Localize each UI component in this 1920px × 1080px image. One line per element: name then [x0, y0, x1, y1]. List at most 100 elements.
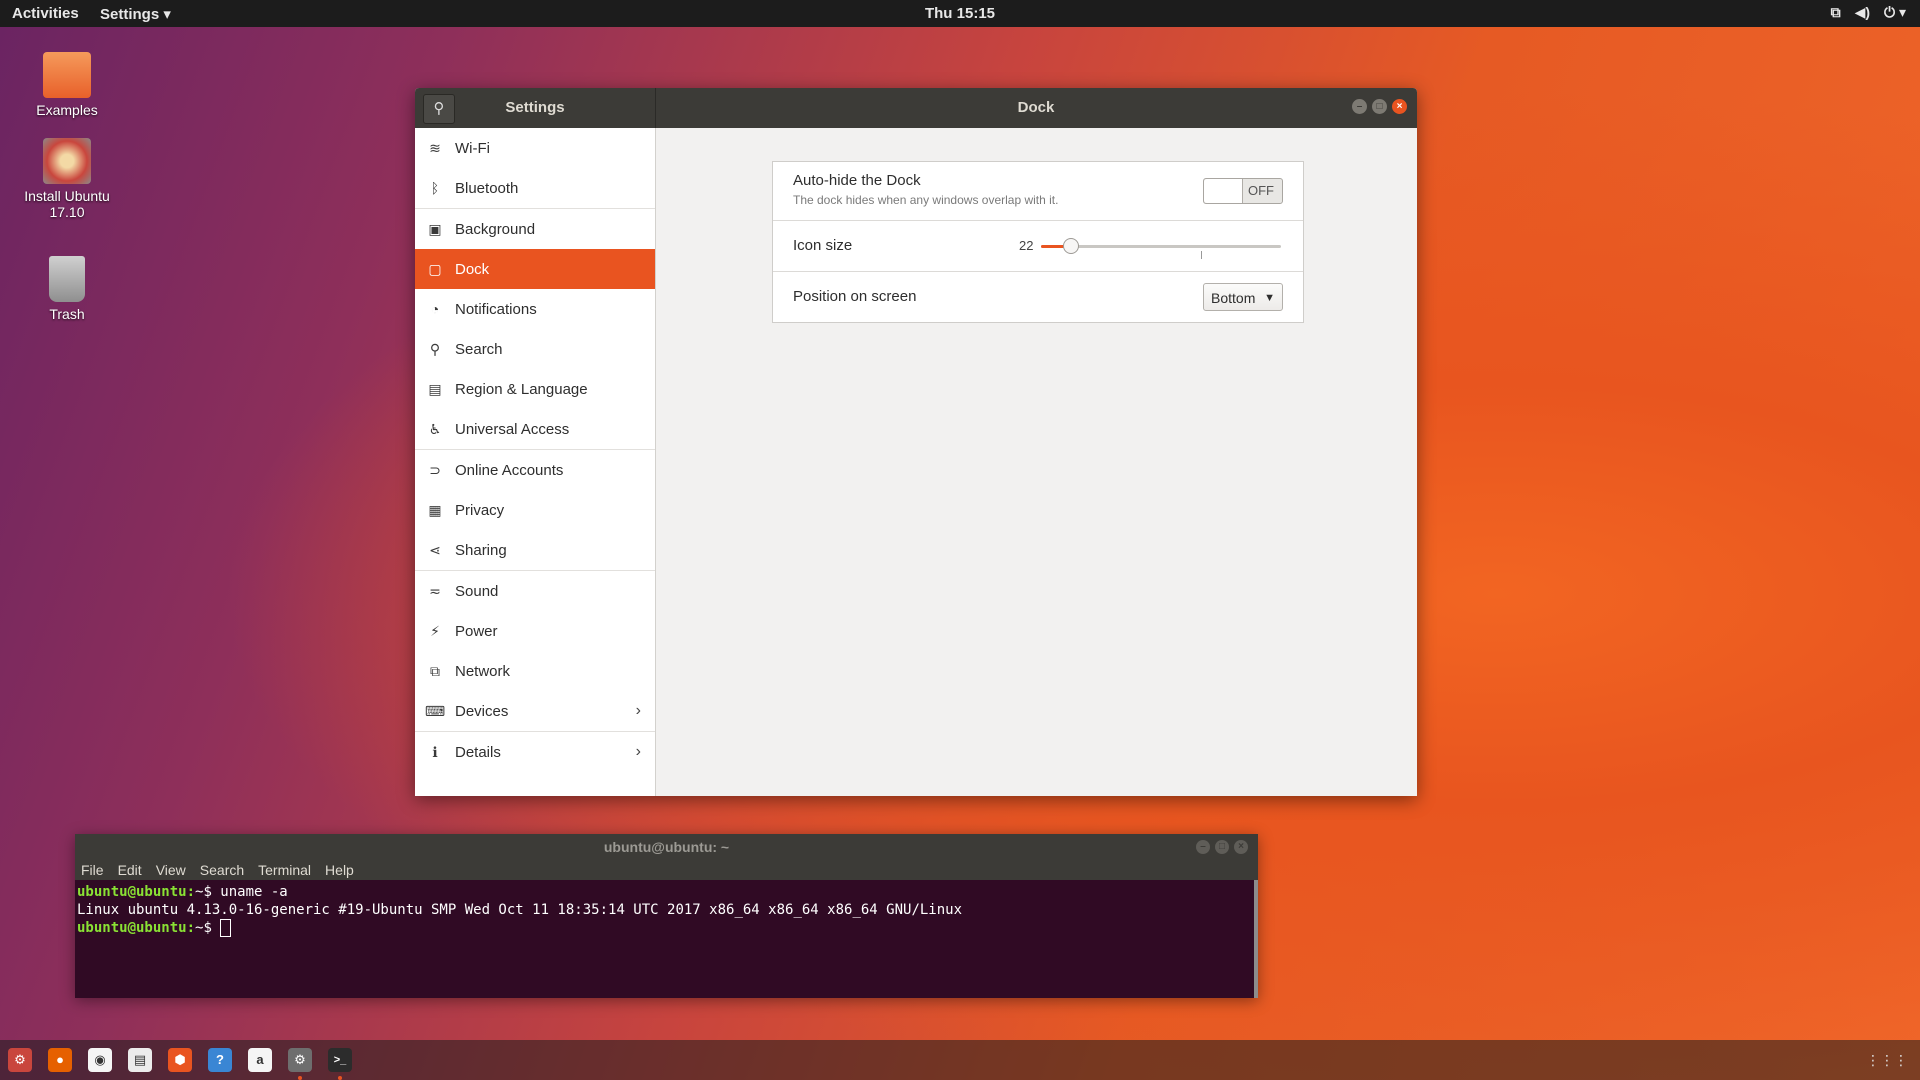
firefox-icon[interactable]: ●	[48, 1048, 72, 1072]
position-row: Position on screen Bottom ▼	[773, 272, 1303, 322]
sidebar-item-bluetooth[interactable]: ᛒ Bluetooth	[415, 168, 655, 209]
window-controls: – □ ×	[1352, 99, 1407, 114]
terminal-prompt: ubuntu@ubuntu:	[77, 920, 196, 936]
files-icon[interactable]: ▤	[128, 1048, 152, 1072]
volume-icon[interactable]: ◀)	[1855, 4, 1870, 21]
terminal-icon[interactable]: >_	[328, 1048, 352, 1072]
desktop-icon-label: Install Ubuntu 17.10	[24, 188, 110, 220]
menu-help[interactable]: Help	[325, 862, 354, 878]
terminal-command: ~$	[195, 920, 221, 936]
sidebar-item-label: Dock	[455, 260, 490, 278]
search-icon: ⚲	[429, 340, 441, 357]
sidebar-item-label: Network	[455, 662, 511, 680]
wifi-icon: ≋	[429, 139, 441, 156]
terminal-screen[interactable]: ubuntu@ubuntu:~$ uname -a Linux ubuntu 4…	[75, 880, 1258, 940]
settings-titlebar[interactable]: ⚲ Settings Dock – □ ×	[415, 88, 1417, 128]
clock[interactable]: Thu 15:15	[925, 5, 995, 22]
sidebar-item-background[interactable]: ▣ Background	[415, 209, 655, 249]
minimize-button[interactable]: –	[1196, 840, 1210, 854]
top-bar: Activities Settings ▾ Thu 15:15 ⧉ ◀) ⏻ ▾	[0, 0, 1920, 27]
sidebar-item-network[interactable]: ⧉ Network	[415, 651, 655, 691]
menu-terminal[interactable]: Terminal	[258, 862, 311, 878]
terminal-command: ~$ uname -a	[195, 884, 288, 900]
menu-file[interactable]: File	[81, 862, 104, 878]
sidebar-item-sharing[interactable]: ⋖ Sharing	[415, 530, 655, 571]
chevron-right-icon: ›	[635, 702, 641, 719]
chevron-down-icon: ▼	[1264, 292, 1275, 304]
sidebar-item-notifications[interactable]: ◔ Notifications	[415, 289, 655, 329]
terminal-line: ubuntu@ubuntu:~$ uname -a	[77, 883, 1256, 901]
icon-size-slider[interactable]	[1041, 238, 1281, 259]
sidebar-item-label: Notifications	[455, 300, 537, 318]
position-dropdown[interactable]: Bottom ▼	[1203, 283, 1283, 311]
software-icon[interactable]: ⬢	[168, 1048, 192, 1072]
sidebar-item-label: Search	[455, 340, 503, 358]
maximize-button[interactable]: □	[1215, 840, 1229, 854]
minimize-button[interactable]: –	[1352, 99, 1367, 114]
sharing-icon: ⋖	[429, 541, 441, 558]
terminal-titlebar[interactable]: ubuntu@ubuntu: ~ – □ ×	[75, 834, 1258, 860]
background-icon: ▣	[428, 220, 442, 237]
sidebar-item-dock[interactable]: ▢ Dock	[415, 249, 655, 289]
privacy-icon: ▦	[428, 501, 442, 518]
terminal-title: ubuntu@ubuntu: ~	[603, 839, 730, 855]
dock: ⚙ ● ◉ ▤ ⬢ ? a ⚙ >_ ⋮⋮⋮	[0, 1040, 1920, 1080]
terminal-cursor	[220, 919, 232, 937]
desktop-icon-trash[interactable]: Trash	[22, 256, 112, 322]
installer-icon[interactable]: ⚙	[8, 1048, 32, 1072]
sidebar-item-label: Privacy	[455, 501, 505, 519]
sidebar-item-online-accounts[interactable]: ⊃ Online Accounts	[415, 450, 655, 490]
help-icon[interactable]: ?	[208, 1048, 232, 1072]
settings-icon[interactable]: ⚙	[288, 1048, 312, 1072]
sound-icon: ≂	[429, 582, 441, 599]
icon-size-value: 22	[1019, 238, 1034, 253]
details-icon: ℹ	[432, 743, 438, 760]
menu-view[interactable]: View	[156, 862, 186, 878]
desktop-icon-label: Trash	[49, 306, 85, 322]
desktop-icon-label: Examples	[36, 102, 98, 118]
sidebar-item-universal-access[interactable]: ♿ Universal Access	[415, 409, 655, 450]
sidebar-item-label: Power	[455, 622, 498, 640]
region-icon: ▤	[428, 380, 442, 397]
desktop-icon-install-ubuntu[interactable]: Install Ubuntu 17.10	[22, 138, 112, 220]
sidebar-item-label: Region & Language	[455, 380, 588, 398]
settings-window: ⚲ Settings Dock – □ × ≋ Wi-Fi ᛒ Bluetooth …	[415, 88, 1417, 796]
sidebar-item-sound[interactable]: ≂ Sound	[415, 571, 655, 611]
network-icon: ⧉	[430, 662, 440, 679]
menu-search[interactable]: Search	[200, 862, 244, 878]
sidebar-item-label: Sharing	[455, 541, 507, 559]
running-indicator	[338, 1076, 342, 1080]
sidebar-item-details[interactable]: ℹ Details ›	[415, 732, 655, 772]
terminal-window-controls: – □ ×	[1196, 840, 1248, 854]
amazon-icon[interactable]: a	[248, 1048, 272, 1072]
close-button[interactable]: ×	[1234, 840, 1248, 854]
slider-handle[interactable]	[1062, 238, 1079, 254]
sidebar-item-power[interactable]: ⚡ Power	[415, 611, 655, 651]
sidebar-item-wifi[interactable]: ≋ Wi-Fi	[415, 128, 655, 168]
sidebar-item-search[interactable]: ⚲ Search	[415, 329, 655, 369]
toggle-knob	[1204, 179, 1243, 203]
sidebar-item-region-language[interactable]: ▤ Region & Language	[415, 369, 655, 409]
power-icon[interactable]: ⏻ ▾	[1884, 4, 1906, 21]
show-applications-icon[interactable]: ⋮⋮⋮	[1866, 1052, 1908, 1069]
desktop-icon-examples[interactable]: Examples	[22, 52, 112, 118]
close-button[interactable]: ×	[1392, 99, 1407, 114]
online-accounts-icon: ⊃	[429, 461, 441, 478]
chevron-right-icon: ›	[635, 743, 641, 760]
menu-edit[interactable]: Edit	[118, 862, 142, 878]
maximize-button[interactable]: □	[1372, 99, 1387, 114]
sidebar-item-devices[interactable]: ⌨ Devices ›	[415, 691, 655, 732]
universal-access-icon: ♿	[428, 420, 442, 437]
sidebar-item-label: Details	[455, 743, 501, 761]
sidebar-item-privacy[interactable]: ▦ Privacy	[415, 490, 655, 530]
terminal-scrollbar[interactable]	[1254, 880, 1258, 998]
power-icon: ⚡	[430, 622, 440, 639]
autohide-toggle[interactable]: OFF	[1203, 178, 1283, 204]
system-tray[interactable]: ⧉ ◀) ⏻ ▾	[1831, 4, 1906, 21]
network-icon[interactable]: ⧉	[1831, 4, 1841, 21]
devices-icon: ⌨	[424, 702, 446, 719]
rhythmbox-icon[interactable]: ◉	[88, 1048, 112, 1072]
settings-sidebar: ≋ Wi-Fi ᛒ Bluetooth ▣ Background ▢ Dock ◔ Not…	[415, 128, 656, 796]
terminal-line: ubuntu@ubuntu:~$	[77, 919, 1256, 937]
sidebar-item-label: Devices	[455, 702, 509, 720]
